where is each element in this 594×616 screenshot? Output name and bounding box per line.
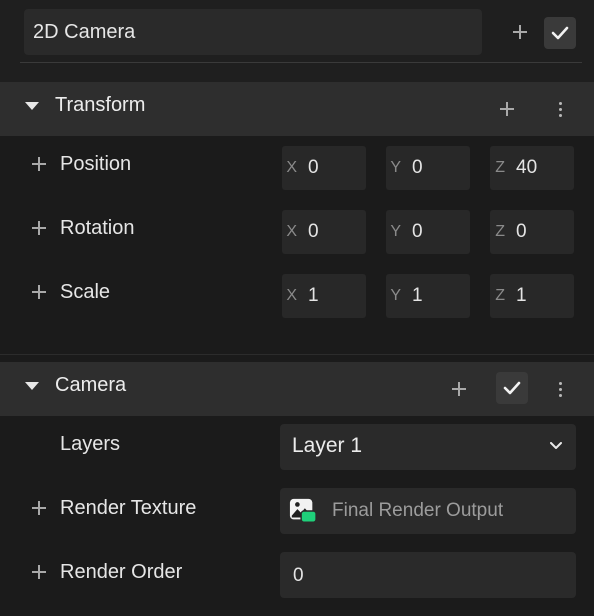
layers-value: Layer 1 bbox=[292, 434, 363, 457]
rotation-y-field[interactable]: Y 0 bbox=[386, 210, 470, 254]
render-texture-label: Render Texture bbox=[60, 497, 197, 519]
axis-label: Z bbox=[495, 159, 505, 176]
kebab-dot bbox=[558, 387, 562, 391]
rotation-y-value: 0 bbox=[412, 221, 423, 242]
divider bbox=[20, 62, 582, 63]
plus-icon bbox=[28, 153, 50, 175]
transform-title: Transform bbox=[55, 94, 146, 116]
position-z-field[interactable]: Z 40 bbox=[490, 146, 574, 190]
kebab-dot bbox=[558, 393, 562, 397]
plus-icon bbox=[28, 561, 50, 583]
position-x-field[interactable]: X 0 bbox=[282, 146, 366, 190]
render-order-expand-button[interactable] bbox=[28, 561, 50, 583]
render-texture-field[interactable]: Final Render Output bbox=[280, 488, 576, 534]
camera-menu-button[interactable] bbox=[550, 377, 570, 401]
transform-menu-button[interactable] bbox=[550, 97, 570, 121]
render-texture-icon bbox=[289, 498, 317, 523]
position-y-field[interactable]: Y 0 bbox=[386, 146, 470, 190]
chevron-down-icon bbox=[550, 442, 562, 449]
scale-x-field[interactable]: X 1 bbox=[282, 274, 366, 318]
collapse-caret-icon[interactable] bbox=[25, 102, 39, 110]
position-expand-button[interactable] bbox=[28, 153, 50, 175]
axis-label: X bbox=[286, 159, 297, 176]
kebab-dot bbox=[558, 113, 562, 117]
camera-add-button[interactable] bbox=[447, 377, 471, 401]
axis-label: Z bbox=[495, 287, 505, 304]
collapse-caret-icon[interactable] bbox=[25, 382, 39, 390]
render-order-value: 0 bbox=[293, 565, 304, 586]
scale-z-value: 1 bbox=[516, 285, 527, 306]
axis-label: Y bbox=[390, 159, 401, 176]
position-y-value: 0 bbox=[412, 157, 423, 178]
axis-label: Y bbox=[390, 223, 401, 240]
plus-icon bbox=[28, 497, 50, 519]
camera-title: Camera bbox=[55, 374, 127, 396]
render-texture-value: Final Render Output bbox=[332, 500, 504, 521]
kebab-dot bbox=[558, 107, 562, 111]
axis-label: Z bbox=[495, 223, 505, 240]
scale-y-value: 1 bbox=[412, 285, 423, 306]
position-label: Position bbox=[60, 153, 132, 175]
divider bbox=[0, 354, 594, 355]
scale-x-value: 1 bbox=[308, 285, 319, 306]
layers-dropdown[interactable]: Layer 1 bbox=[280, 424, 576, 470]
add-component-button[interactable] bbox=[508, 20, 532, 44]
layers-label: Layers bbox=[60, 433, 121, 455]
scale-z-field[interactable]: Z 1 bbox=[490, 274, 574, 318]
entity-enabled-checkbox[interactable] bbox=[544, 17, 576, 49]
rotation-expand-button[interactable] bbox=[28, 217, 50, 239]
entity-name-input[interactable]: 2D Camera bbox=[24, 9, 482, 55]
position-z-value: 40 bbox=[516, 157, 538, 178]
scale-label: Scale bbox=[60, 281, 111, 303]
plus-icon bbox=[28, 217, 50, 239]
checkmark-icon bbox=[503, 381, 521, 395]
scale-expand-button[interactable] bbox=[28, 281, 50, 303]
render-order-label: Render Order bbox=[60, 561, 183, 583]
rotation-z-field[interactable]: Z 0 bbox=[490, 210, 574, 254]
rotation-x-field[interactable]: X 0 bbox=[282, 210, 366, 254]
plus-icon bbox=[508, 20, 532, 44]
checkmark-icon bbox=[551, 26, 569, 40]
scale-y-field[interactable]: Y 1 bbox=[386, 274, 470, 318]
rotation-x-value: 0 bbox=[308, 221, 319, 242]
rotation-z-value: 0 bbox=[516, 221, 527, 242]
plus-icon bbox=[447, 377, 471, 401]
axis-label: Y bbox=[390, 287, 401, 304]
render-texture-expand-button[interactable] bbox=[28, 497, 50, 519]
camera-enabled-checkbox[interactable] bbox=[496, 372, 528, 404]
axis-label: X bbox=[286, 287, 297, 304]
kebab-dot bbox=[558, 381, 562, 385]
plus-icon bbox=[28, 281, 50, 303]
rotation-label: Rotation bbox=[60, 217, 135, 239]
plus-icon bbox=[495, 97, 519, 121]
position-x-value: 0 bbox=[308, 157, 319, 178]
axis-label: X bbox=[286, 223, 297, 240]
render-order-input[interactable]: 0 bbox=[280, 552, 576, 598]
transform-add-button[interactable] bbox=[495, 97, 519, 121]
kebab-dot bbox=[558, 101, 562, 105]
